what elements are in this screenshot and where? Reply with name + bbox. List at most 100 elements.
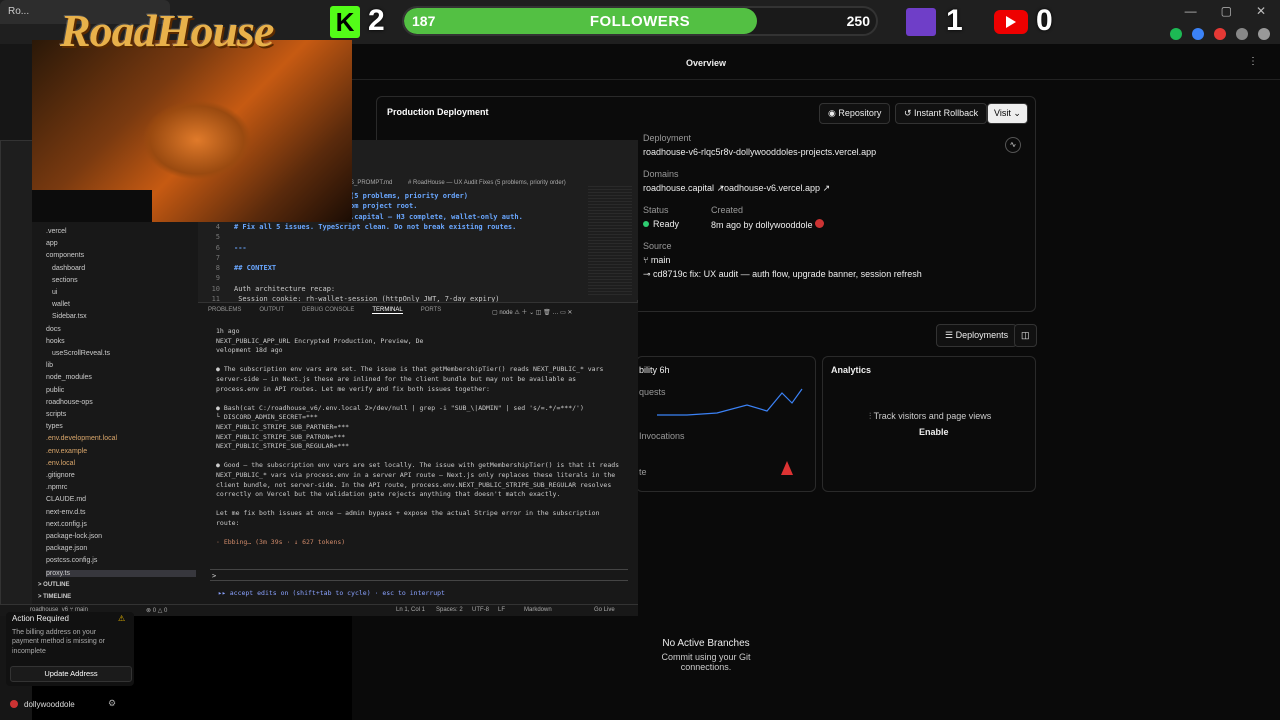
explorer-item[interactable]: package-lock.json — [46, 533, 102, 540]
explorer-item[interactable]: app — [46, 240, 58, 247]
status-spaces[interactable]: Spaces: 2 — [436, 607, 463, 613]
terminal-prompt-input[interactable]: > — [210, 569, 628, 581]
invocations-label: Invocations — [639, 431, 685, 441]
explorer-item[interactable]: .gitignore — [46, 472, 75, 479]
created-label: Created — [711, 205, 744, 215]
no-branches-desc: Commit using your Git connections. — [661, 652, 751, 672]
gear-icon[interactable]: ⚙ — [108, 698, 116, 709]
section-timeline[interactable]: > TIMELINE — [38, 594, 71, 600]
panel-toggle-icon[interactable]: ◫ — [1014, 324, 1037, 347]
explorer-item[interactable]: hooks — [46, 338, 65, 345]
status-encoding[interactable]: UTF-8 — [472, 607, 489, 613]
line-number: 7 — [215, 253, 220, 262]
terminal-shell[interactable]: ▢ node ⚠ ＋ ⌄ ◫ 🗑 … ▭ ✕ — [492, 307, 572, 316]
explorer-item[interactable]: proxy.ts — [46, 569, 196, 577]
explorer-item[interactable]: .npmrc — [46, 484, 67, 491]
explorer-item[interactable]: node_modules — [46, 374, 92, 381]
terminal-line: NEXT_PUBLIC_APP_URL Encrypted Production… — [216, 336, 424, 345]
observability-panel: bility 6h quests Invocations te — [636, 356, 816, 492]
analytics-enable-button[interactable]: Enable — [919, 427, 949, 437]
explorer-item[interactable]: .env.development.local — [46, 435, 117, 442]
code-line: 10 Auth architecture recap: — [198, 284, 336, 293]
observability-title: bility 6h — [639, 365, 670, 375]
close-button[interactable]: ✕ — [1256, 4, 1266, 20]
status-language[interactable]: Markdown — [524, 607, 552, 613]
status-position[interactable]: Ln 1, Col 1 — [396, 607, 425, 613]
explorer-item[interactable]: scripts — [46, 411, 66, 418]
explorer-item[interactable]: components — [46, 252, 84, 259]
analytics-title: Analytics — [831, 365, 872, 375]
twitch-count: 1 — [946, 4, 963, 37]
terminal-line: velopment 18d ago — [216, 346, 283, 355]
update-address-button[interactable]: Update Address — [10, 666, 132, 682]
explorer-item[interactable]: package.json — [46, 545, 87, 552]
no-branches-title: No Active Branches — [662, 638, 750, 649]
panel-tab[interactable]: TERMINAL — [372, 307, 403, 314]
section-outline[interactable]: > OUTLINE — [38, 582, 70, 588]
explorer-item[interactable]: next-env.d.ts — [46, 509, 86, 516]
explorer-item[interactable]: types — [46, 423, 63, 430]
status-errors[interactable]: ⊗ 0 △ 0 — [146, 607, 167, 614]
vercel-header: Overview ⋮ — [352, 44, 1280, 80]
explorer-item[interactable]: useScrollReveal.ts — [52, 350, 110, 357]
explorer-item[interactable]: lib — [46, 362, 53, 369]
source-label: Source — [643, 241, 672, 251]
minimap[interactable] — [588, 186, 632, 296]
branch-value: ⑂ main — [643, 255, 671, 265]
avatar — [815, 219, 825, 228]
explorer-item[interactable]: Sidebar.tsx — [52, 313, 87, 320]
code-line: om project root. — [350, 202, 417, 210]
maximize-button[interactable]: ▢ — [1221, 4, 1232, 20]
explorer-item[interactable]: sections — [52, 277, 78, 284]
explorer-item[interactable]: .env.example — [46, 448, 87, 455]
explorer-item[interactable]: dashboard — [52, 265, 85, 272]
explorer-item[interactable]: .vercel — [46, 228, 67, 235]
explorer-item[interactable]: wallet — [52, 301, 70, 308]
profile-icon[interactable] — [1258, 28, 1270, 40]
more-icon[interactable]: ⋮ — [1248, 56, 1258, 67]
minimize-button[interactable]: — — [1185, 4, 1197, 20]
followers-goal: 250 — [846, 13, 870, 29]
extension-icon[interactable] — [1170, 28, 1182, 40]
repository-button[interactable]: ◉ Repository — [819, 103, 891, 124]
line-text: --- — [234, 243, 247, 252]
domain-link[interactable]: roadhouse-v6.vercel.app ↗ — [721, 183, 830, 194]
extension-icon[interactable] — [1236, 28, 1248, 40]
code-line: 9 — [198, 274, 234, 282]
activity-icon[interactable]: ∿ — [1005, 137, 1021, 153]
explorer-item[interactable]: roadhouse-ops — [46, 399, 93, 406]
code-line: 8 ## CONTEXT — [198, 264, 276, 272]
streamer-figure — [142, 100, 252, 180]
extension-icon[interactable] — [1214, 28, 1226, 40]
explorer-item[interactable]: .env.local — [46, 460, 75, 467]
deployments-button[interactable]: ☰ Deployments — [936, 324, 1018, 347]
created-value: 8m ago by dollywooddole — [711, 219, 825, 230]
instant-rollback-button[interactable]: ↺ Instant Rollback — [895, 103, 988, 124]
deployment-url[interactable]: roadhouse-v6-rlqc5r8v-dollywooddoles-pro… — [643, 147, 876, 157]
explorer-item[interactable]: ui — [52, 289, 57, 296]
code-line: (5 problems, priority order) — [350, 192, 468, 200]
panel-tab[interactable]: DEBUG CONSOLE — [302, 307, 354, 314]
panel-tab[interactable]: PORTS — [421, 307, 442, 314]
explorer-item[interactable]: CLAUDE.md — [46, 496, 86, 503]
status-eol[interactable]: LF — [498, 607, 505, 613]
error-spike-icon — [781, 461, 793, 475]
panel-tab[interactable]: OUTPUT — [259, 307, 284, 314]
page-title: Overview — [685, 58, 727, 68]
explorer-item[interactable]: next.config.js — [46, 521, 87, 528]
analytics-desc: ⫶ Track visitors and page views — [869, 411, 992, 421]
explorer-item[interactable]: public — [46, 387, 64, 394]
domains-label: Domains — [643, 169, 679, 179]
line-number: 10 — [211, 284, 220, 293]
visit-button[interactable]: Visit ⌄ — [987, 103, 1028, 124]
domain-link[interactable]: roadhouse.capital ↗ — [643, 183, 724, 194]
terminal-line: Let me fix both issues at once — admin b… — [216, 509, 600, 518]
status-golive[interactable]: Go Live — [594, 607, 615, 613]
explorer-item[interactable]: postcss.config.js — [46, 557, 97, 564]
explorer-item[interactable]: docs — [46, 326, 61, 333]
extension-icon[interactable] — [1192, 28, 1204, 40]
commit-value[interactable]: ⊸ cd8719c fix: UX audit — auth flow, upg… — [643, 269, 922, 280]
panel-tab[interactable]: PROBLEMS — [208, 307, 241, 314]
editor-tab[interactable]: S_PROMPT.md — [350, 180, 392, 186]
line-text: .capital — H3 complete, wallet-only auth… — [350, 212, 523, 221]
